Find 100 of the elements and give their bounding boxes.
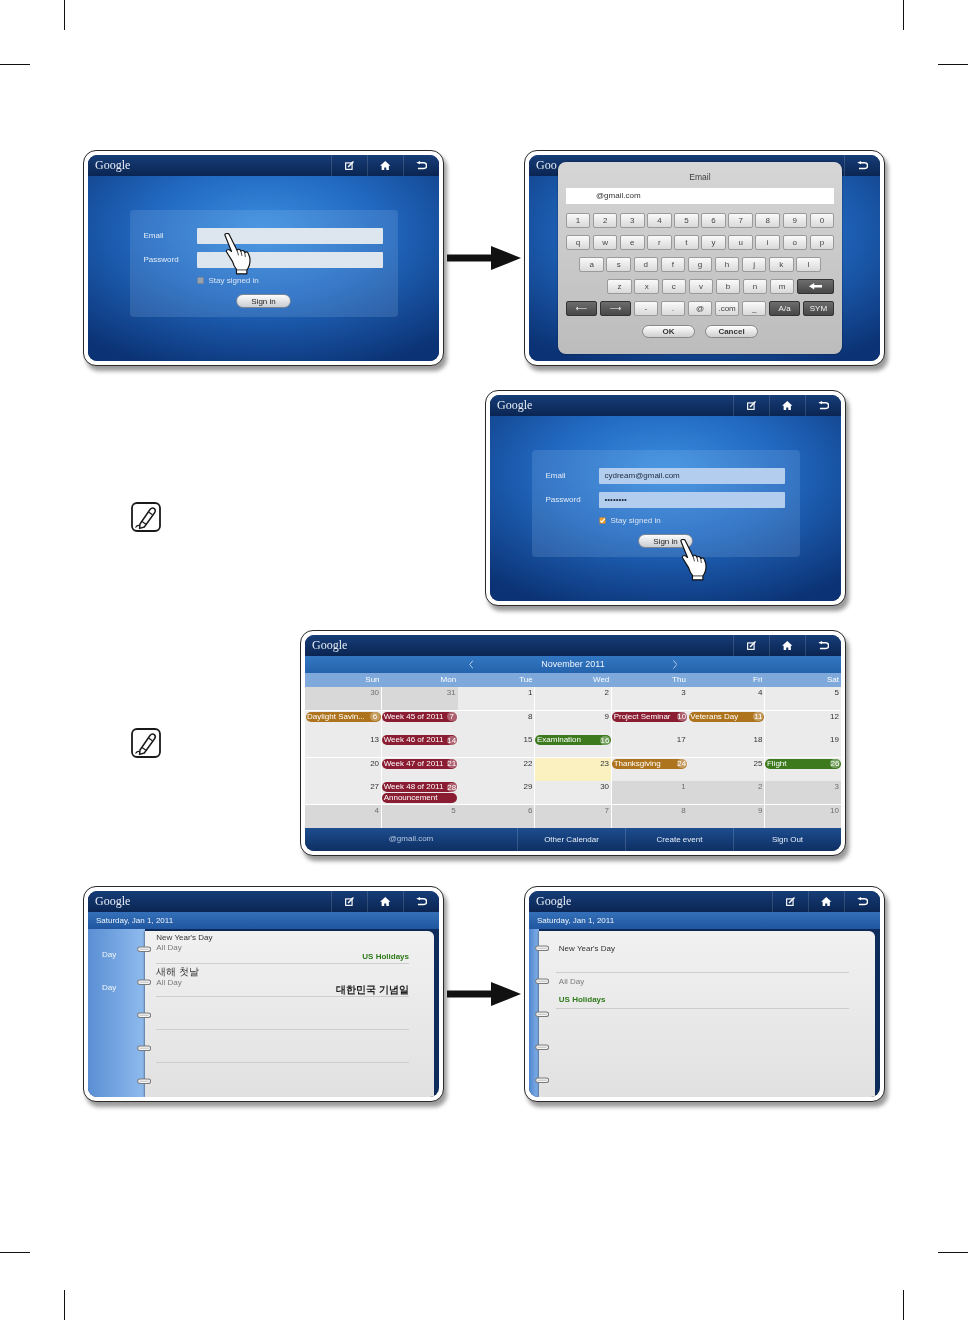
dialog-button[interactable]: OK [642,325,695,338]
keyboard-key[interactable]: _ [741,301,767,316]
day-cell[interactable]: 4 [305,804,382,828]
keyboard-key[interactable]: l [796,257,821,272]
event-chip[interactable]: Thanksgiving 24 [612,758,688,769]
keyboard-key[interactable]: h [714,257,740,272]
keyboard-key[interactable]: A/a [769,301,801,316]
keyboard-key[interactable]: m [769,279,795,294]
day-cell[interactable]: 23 [534,757,612,781]
event-chip[interactable]: Week 46 of 2011 14 [382,735,458,746]
event-chip[interactable]: Week 47 of 2011 21 [382,758,458,769]
event-chip[interactable]: Veterans Day 11 [688,711,764,722]
day-cell[interactable]: 22 [458,757,535,781]
day-cell[interactable]: Week 46 of 2011 14 [381,734,458,758]
keyboard-key[interactable]: 4 [647,213,672,228]
keyboard-key[interactable]: 9 [782,213,808,228]
event-chip[interactable]: Daylight Savin... 6 [305,711,381,722]
keyboard-key[interactable]: t [674,235,699,250]
day-cell[interactable]: 8 [458,710,535,734]
keyboard-key[interactable]: 5 [674,213,699,228]
keyboard-key[interactable]: p [809,235,835,250]
checkbox[interactable] [196,277,204,284]
keyboard-key[interactable]: i [755,235,780,250]
day-cell[interactable]: 3 [611,687,688,710]
day-cell[interactable]: 20 [305,757,382,781]
day-cell[interactable]: 27 [305,781,382,805]
day-cell[interactable]: 9 [688,804,765,828]
keyboard-key[interactable]: q [565,235,591,250]
keyboard-key[interactable]: g [687,257,713,272]
keyboard-key[interactable]: k [769,257,794,272]
event-chip[interactable]: Examination 16 [535,735,611,746]
day-cell[interactable]: 2 [534,687,612,710]
sign-in-button[interactable]: Sign in [236,294,291,308]
day-cell[interactable]: 30 [305,687,382,710]
day-cell[interactable]: Flight 26 [764,757,841,781]
keyboard-key[interactable]: 1 [565,213,591,228]
input-field[interactable]: •••••••• [598,492,785,508]
keyboard-key[interactable]: y [701,235,726,250]
day-cell[interactable]: 8 [611,804,688,828]
day-cell[interactable]: 13 [305,734,382,758]
day-cell[interactable]: 17 [611,734,688,758]
keyboard-key[interactable]: @ [687,301,713,316]
keyboard-key[interactable]: n [742,279,768,294]
input-field[interactable]: cydream@gmail.com [598,468,785,484]
day-cell[interactable]: 1 [611,781,688,805]
input-field[interactable]: @gmail.com [566,188,834,204]
day-cell[interactable]: 6 [458,804,535,828]
day-cell[interactable]: 10 [764,804,841,828]
day-cell[interactable]: Examination 16 [534,734,612,758]
event-chip[interactable]: Week 45 of 2011 7 [382,711,458,722]
day-cell[interactable]: 12 [764,710,841,734]
keyboard-key[interactable]: e [620,235,645,250]
input-field[interactable] [196,252,383,268]
keyboard-key[interactable]: v [688,279,714,294]
day-cell[interactable]: 7 [534,804,612,828]
keyboard-key[interactable]: 3 [620,213,645,228]
day-cell[interactable]: 15 [458,734,535,758]
backspace-key[interactable] [797,279,834,294]
day-cell[interactable]: Veterans Day 11 [688,710,765,734]
keyboard-key[interactable]: b [715,279,741,294]
keyboard-key[interactable]: SYM [802,301,834,316]
footer-link[interactable]: Other Calendar [517,827,625,851]
event-title[interactable]: New Year's Day [156,933,213,943]
keyboard-key[interactable]: c [661,279,687,294]
keyboard-key[interactable]: 0 [809,213,835,228]
keyboard-key[interactable]: z [607,279,632,294]
keyboard-key[interactable]: ⟶ [599,301,631,316]
day-cell[interactable]: Thanksgiving 24 [611,757,688,781]
keyboard-key[interactable]: ⟵ [566,301,598,316]
keyboard-key[interactable]: x [634,279,659,294]
day-cell[interactable]: 9 [534,710,612,734]
day-cell[interactable]: Daylight Savin... 6 [305,710,382,734]
day-cell[interactable]: Project Seminar 10 [611,710,688,734]
day-cell[interactable]: 29 [458,781,535,805]
footer-link[interactable]: Sign Out [733,827,841,851]
keyboard-key[interactable]: w [592,235,618,250]
keyboard-key[interactable]: - [633,301,659,316]
keyboard-key[interactable]: 6 [701,213,726,228]
day-cell[interactable]: 1 [458,687,535,710]
keyboard-key[interactable]: a [579,257,604,272]
event-chip[interactable]: Project Seminar 10 [612,711,688,722]
keyboard-key[interactable]: f [660,257,686,272]
day-cell[interactable]: 30 [534,781,612,805]
keyboard-key[interactable]: d [633,257,659,272]
keyboard-key[interactable]: s [606,257,631,272]
keyboard-key[interactable]: 2 [592,213,618,228]
day-cell[interactable]: 2 [688,781,765,805]
day-cell[interactable]: 5 [764,687,841,710]
keyboard-key[interactable]: . [660,301,686,316]
event-chip[interactable]: Flight 26 [765,758,841,769]
day-cell[interactable]: 25 [688,757,765,781]
checkbox[interactable] [598,517,606,524]
day-cell[interactable]: 3 [764,781,841,805]
keyboard-key[interactable]: o [782,235,808,250]
day-cell[interactable]: 19 [764,734,841,758]
day-cell[interactable]: Week 47 of 2011 21 [381,757,458,781]
day-cell[interactable]: Week 48 of 2011 28 Announcement [381,781,458,805]
day-cell[interactable]: 4 [688,687,765,710]
event-chip[interactable]: Announcement [382,793,458,804]
chevron-left-icon[interactable] [468,660,474,669]
